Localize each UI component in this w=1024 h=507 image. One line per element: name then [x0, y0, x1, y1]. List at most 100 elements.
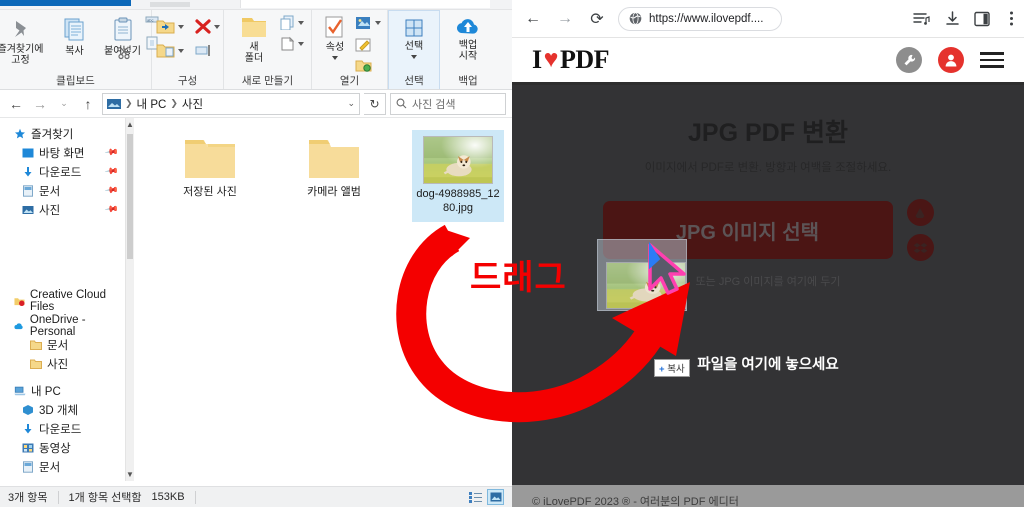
folder-icon	[30, 340, 42, 350]
status-size: 153KB	[151, 491, 185, 503]
paste-button[interactable]: 붙여넣기	[100, 13, 146, 60]
sidebar-label-downloads: 다운로드	[39, 166, 82, 179]
sidebar-item-3d-objects[interactable]: 3D 개체	[0, 400, 125, 419]
scissors-icon[interactable]	[117, 46, 131, 60]
rename-button[interactable]	[194, 42, 214, 59]
search-icon	[396, 98, 407, 109]
navigation-pane-scrollbar[interactable]: ▲ ▼	[124, 118, 134, 481]
pin-to-quick-access-button[interactable]: 즐겨찾기에 고정	[0, 13, 50, 66]
inactive-tab[interactable]	[150, 2, 190, 7]
scroll-down-arrow-icon[interactable]: ▼	[126, 470, 134, 479]
select-caret-icon[interactable]	[411, 54, 417, 59]
details-view-button[interactable]	[467, 489, 484, 505]
delete-button[interactable]	[194, 18, 220, 35]
select-button[interactable]: 선택	[394, 14, 434, 59]
reading-list-icon[interactable]	[913, 11, 931, 27]
browser-reload-button[interactable]: ⟳	[586, 8, 608, 30]
forward-button[interactable]: →	[30, 94, 50, 114]
sidebar-item-pictures[interactable]: 사진 📌	[0, 200, 125, 219]
large-icons-view-button[interactable]	[487, 489, 504, 505]
sidebar-item-documents-pc[interactable]: 문서	[0, 457, 125, 476]
dropbox-button[interactable]	[906, 234, 934, 261]
large-icons-view-icon	[490, 492, 501, 502]
sidebar-item-documents[interactable]: 문서 📌	[0, 181, 125, 200]
download-icon[interactable]	[944, 10, 961, 27]
sidebar-item-onedrive-pictures[interactable]: 사진	[0, 354, 125, 373]
open-icon	[356, 17, 370, 29]
file-list-pane[interactable]: 저장된 사진 카메라 앨범 dog-4988985_1280.jpg	[134, 118, 512, 481]
three-dot-menu-icon[interactable]	[1009, 10, 1014, 27]
new-item-button[interactable]	[279, 15, 304, 30]
history-button[interactable]	[354, 57, 381, 73]
pin-icon[interactable]: 📌	[103, 183, 119, 199]
search-box[interactable]: 사진 검색	[390, 92, 506, 115]
refresh-button[interactable]: ↻	[364, 92, 386, 115]
back-button[interactable]: ←	[6, 94, 26, 114]
file-item-folder-saved-pictures[interactable]: 저장된 사진	[164, 130, 256, 206]
browser-forward-button[interactable]: →	[554, 8, 576, 30]
sidebar-item-this-pc[interactable]: 내 PC	[0, 381, 125, 400]
sidebar-label-onedrive-pictures: 사진	[47, 358, 69, 371]
pin-icon[interactable]: 📌	[103, 164, 119, 180]
properties-caret-icon[interactable]	[332, 55, 338, 60]
new-folder-button[interactable]: 새 폴더	[231, 13, 277, 64]
ribbon-group-label-backup: 백업	[458, 75, 478, 87]
edit-button[interactable]	[354, 37, 381, 53]
browser-toolbar-actions	[913, 10, 1014, 27]
ribbon-group-label-new: 새로 만들기	[241, 75, 294, 87]
address-dropdown-icon[interactable]: ⌄	[347, 98, 355, 109]
breadcrumb-item-1[interactable]: 사진	[182, 96, 203, 112]
ilovepdf-logo[interactable]: I ♥ PDF	[532, 45, 610, 75]
wrench-icon	[904, 54, 915, 65]
tools-button[interactable]	[896, 47, 922, 73]
open-button[interactable]	[354, 15, 381, 31]
move-to-button[interactable]	[156, 18, 184, 35]
status-separator-2	[194, 490, 196, 504]
new-item-icon	[280, 15, 294, 30]
pin-icon[interactable]: 📌	[103, 202, 119, 218]
sidebar-item-desktop[interactable]: 바탕 화면 📌	[0, 143, 125, 162]
breadcrumb-item-0[interactable]: 내 PC	[137, 96, 167, 112]
active-tab-indicator[interactable]	[0, 0, 131, 6]
file-item-folder-camera-album[interactable]: 카메라 앨범	[288, 130, 380, 206]
up-button[interactable]: ↑	[78, 94, 98, 114]
site-header-actions	[896, 47, 1004, 73]
sidebar-label-this-pc: 내 PC	[31, 385, 61, 398]
scrollbar-thumb[interactable]	[126, 134, 133, 259]
ribbon-group-clipboard: 즐겨찾기에 고정 복사 붙여넣기 abc 클립보드	[0, 10, 158, 89]
hamburger-menu-icon[interactable]	[980, 52, 1004, 68]
google-drive-button[interactable]	[906, 199, 934, 226]
breadcrumb-sep-2: ❯	[170, 98, 178, 108]
details-view-icon	[469, 491, 482, 503]
3d-objects-icon	[23, 404, 33, 415]
drop-overlay-text: 파일을 여기에 놓으세요	[697, 357, 839, 373]
file-item-image-dog[interactable]: dog-4988985_1280.jpg	[412, 130, 504, 222]
address-bar[interactable]: ❯ 내 PC ❯ 사진 ⌄	[102, 92, 360, 115]
side-panel-icon[interactable]	[974, 11, 990, 27]
sidebar-item-creative-cloud[interactable]: Creative Cloud Files	[0, 289, 125, 313]
backup-label-1: 백업	[458, 40, 478, 51]
page-subtitle: 이미지에서 PDF로 변환. 방향과 여백을 조절하세요.	[644, 162, 892, 174]
start-backup-button[interactable]: 백업 시작	[446, 13, 490, 62]
sidebar-item-downloads[interactable]: 다운로드 📌	[0, 162, 125, 181]
videos-icon	[22, 443, 34, 452]
pin-icon[interactable]: 📌	[103, 145, 119, 161]
account-button[interactable]	[938, 47, 964, 73]
browser-address-bar[interactable]: https://www.ilovepdf....	[618, 6, 782, 31]
scroll-up-arrow-icon[interactable]: ▲	[126, 120, 134, 129]
browser-toolbar: ← → ⟳ https://www.ilovepdf....	[512, 0, 1024, 38]
copy-to-icon	[156, 44, 174, 58]
ribbon-group-select: 선택 선택	[388, 10, 440, 89]
sidebar-item-onedrive-documents[interactable]: 문서	[0, 335, 125, 354]
sidebar-item-onedrive[interactable]: OneDrive - Personal	[0, 314, 125, 338]
copy-button[interactable]: 복사	[52, 13, 98, 58]
browser-back-button[interactable]: ←	[522, 8, 544, 30]
sidebar-item-quick-access[interactable]: 즐겨찾기	[0, 124, 125, 143]
recent-locations-button[interactable]: ⌄	[54, 94, 74, 114]
properties-button[interactable]: 속성	[318, 13, 352, 60]
browser-window: ← → ⟳ https://www.ilovepdf.... I ♥ PDF J…	[512, 0, 1024, 507]
sidebar-item-videos[interactable]: 동영상	[0, 438, 125, 457]
easy-access-button[interactable]	[279, 36, 304, 51]
copy-to-button[interactable]	[156, 42, 184, 59]
sidebar-item-downloads-pc[interactable]: 다운로드	[0, 419, 125, 438]
